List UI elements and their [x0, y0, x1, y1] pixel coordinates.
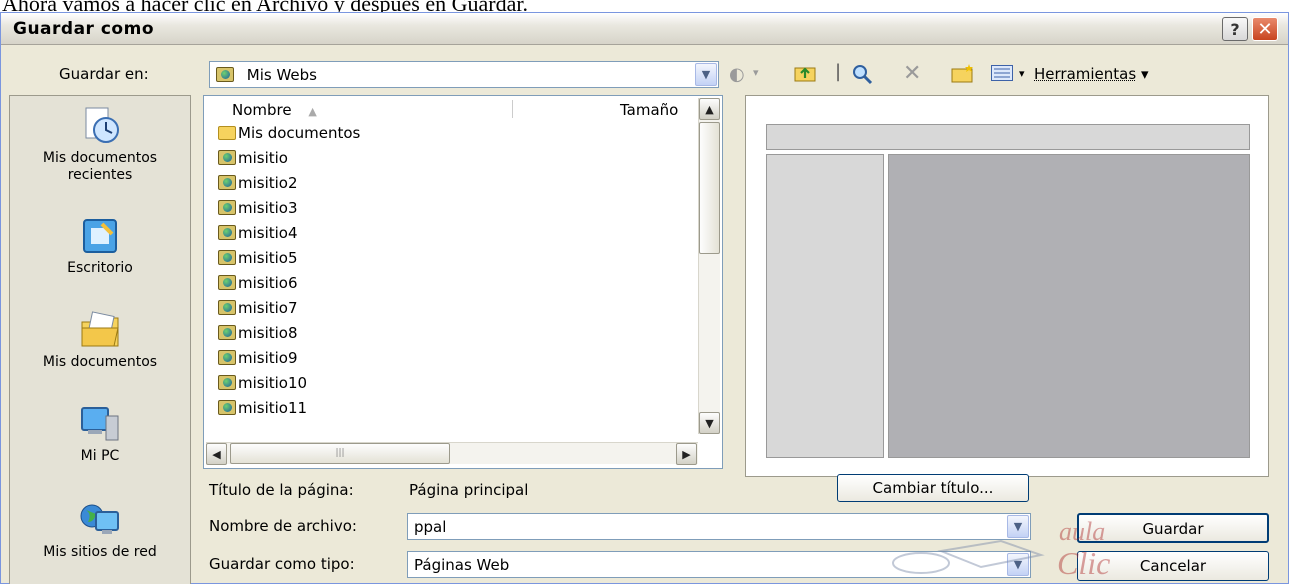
scroll-right-icon[interactable]: ▶ — [676, 443, 697, 465]
chevron-down-icon[interactable]: ▼ — [1007, 553, 1029, 576]
folder-icon — [218, 126, 236, 140]
list-item[interactable]: misitio11 — [218, 399, 307, 424]
list-item[interactable]: misitio5 — [218, 249, 298, 274]
filetype-select[interactable]: Páginas Web ▼ — [407, 551, 1031, 578]
column-header-name[interactable]: Nombre ▲ — [232, 96, 317, 122]
filename-label: Nombre de archivo: — [209, 517, 357, 535]
web-folder-icon — [216, 67, 234, 82]
place-my-documents[interactable]: Mis documentos — [10, 310, 190, 371]
web-folder-icon — [218, 275, 236, 290]
save-in-combo[interactable]: Mis Webs ▼ — [209, 61, 719, 88]
my-computer-icon — [78, 404, 122, 444]
list-item[interactable]: misitio10 — [218, 374, 307, 399]
filename-input[interactable]: ppal ▼ — [407, 513, 1031, 540]
horizontal-scrollbar[interactable]: ◀ ||| ▶ — [206, 442, 698, 465]
close-button[interactable]: ✕ — [1252, 17, 1278, 41]
search-web-icon[interactable] — [851, 63, 873, 90]
recent-documents-icon — [78, 106, 122, 146]
horizontal-scroll-thumb[interactable]: ||| — [230, 443, 450, 464]
list-item[interactable]: misitio4 — [218, 224, 298, 249]
list-item[interactable]: misitio8 — [218, 324, 298, 349]
web-folder-icon — [218, 250, 236, 265]
web-folder-icon — [218, 400, 236, 415]
web-folder-icon — [218, 375, 236, 390]
back-dropdown-icon[interactable]: ▾ — [753, 66, 759, 79]
chevron-down-icon[interactable]: ▼ — [1007, 515, 1029, 538]
list-item[interactable]: misitio — [218, 149, 288, 174]
tools-menu[interactable]: Herramientas ▾ — [1034, 65, 1149, 83]
filetype-value: Páginas Web — [414, 556, 510, 574]
places-bar: Mis documentos recientes Escritorio Mis … — [9, 95, 191, 584]
help-button[interactable]: ? — [1222, 17, 1248, 41]
place-label: Escritorio — [67, 260, 133, 276]
web-folder-icon — [218, 225, 236, 240]
dialog-title: Guardar como — [13, 19, 155, 39]
filetype-label: Guardar como tipo: — [209, 555, 355, 573]
list-item[interactable]: misitio6 — [218, 274, 298, 299]
web-folder-icon — [218, 325, 236, 340]
save-button[interactable]: Guardar — [1077, 513, 1269, 543]
scroll-up-icon[interactable]: ▲ — [699, 98, 720, 120]
cancel-button[interactable]: Cancelar — [1077, 551, 1269, 581]
place-label: Mis documentos recientes — [42, 150, 158, 183]
place-label: Mi PC — [80, 448, 120, 464]
my-documents-icon — [78, 310, 122, 350]
up-folder-icon[interactable] — [794, 63, 816, 88]
file-list[interactable]: Nombre ▲ Tamaño Mis documentos misitio m… — [203, 95, 723, 469]
save-in-label: Guardar en: — [59, 65, 149, 83]
web-folder-icon — [218, 300, 236, 315]
preview-header-block — [766, 124, 1250, 150]
place-desktop[interactable]: Escritorio — [10, 216, 190, 277]
column-divider — [512, 100, 513, 118]
place-recent-documents[interactable]: Mis documentos recientes — [10, 106, 190, 184]
list-item[interactable]: misitio7 — [218, 299, 298, 324]
preview-sidebar-block — [766, 154, 884, 458]
place-label: Mis documentos — [42, 354, 158, 370]
page-title-value: Página principal — [409, 481, 529, 499]
vertical-scrollbar[interactable]: ▲ ▼ — [698, 98, 720, 434]
list-item[interactable]: misitio3 — [218, 199, 298, 224]
list-item[interactable]: misitio2 — [218, 174, 298, 199]
views-icon[interactable] — [991, 65, 1013, 86]
web-folder-icon — [218, 150, 236, 165]
vertical-scroll-thumb[interactable] — [699, 122, 720, 254]
save-in-value: Mis Webs — [246, 66, 317, 84]
network-places-icon — [78, 500, 122, 540]
new-folder-icon[interactable] — [951, 63, 975, 88]
save-as-dialog: Guardar como ? ✕ Guardar en: Mis Webs ▼ … — [0, 12, 1289, 584]
list-item[interactable]: misitio9 — [218, 349, 298, 374]
delete-icon[interactable]: ✕ — [903, 61, 921, 86]
sort-ascending-icon: ▲ — [308, 105, 317, 118]
place-network[interactable]: Mis sitios de red — [10, 500, 190, 561]
preview-pane — [745, 95, 1269, 477]
place-my-computer[interactable]: Mi PC — [10, 404, 190, 465]
page-title-label: Título de la página: — [209, 481, 354, 499]
scroll-left-icon[interactable]: ◀ — [206, 443, 227, 465]
back-icon[interactable]: ◐ — [729, 64, 745, 85]
chevron-down-icon[interactable]: ▼ — [695, 63, 717, 86]
desktop-icon — [78, 216, 122, 256]
column-header-size[interactable]: Tamaño — [620, 96, 678, 122]
place-label: Mis sitios de red — [43, 544, 157, 560]
views-dropdown-icon[interactable]: ▾ — [1019, 67, 1025, 80]
web-folder-icon — [218, 200, 236, 215]
web-folder-icon — [218, 175, 236, 190]
filename-value: ppal — [414, 518, 447, 536]
change-title-button[interactable]: Cambiar título... — [837, 474, 1029, 502]
preview-content-block — [888, 154, 1250, 458]
toolbar-separator: | — [835, 61, 842, 82]
title-bar[interactable]: Guardar como ? ✕ — [1, 13, 1288, 45]
list-item[interactable]: Mis documentos — [218, 124, 360, 149]
scroll-down-icon[interactable]: ▼ — [699, 412, 720, 434]
web-folder-icon — [218, 350, 236, 365]
